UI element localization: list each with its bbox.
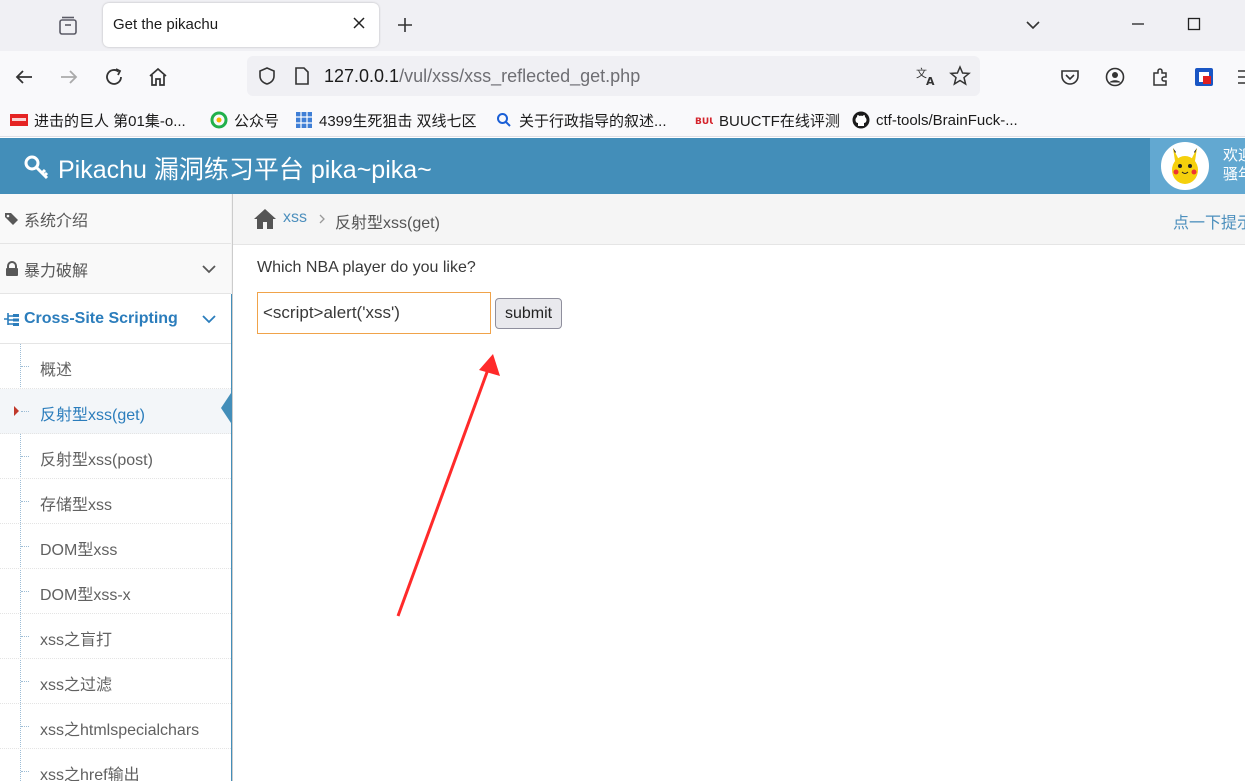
svg-text:BUU: BUU — [695, 117, 713, 127]
sidebar-item-label: Cross-Site Scripting — [24, 309, 178, 327]
bookmark-item[interactable]: 4399生死狙击 双线七区 — [295, 109, 477, 131]
bookmark-label: 进击的巨人 第01集-o... — [34, 112, 186, 130]
user-area[interactable]: 欢迎 骚年 — [1150, 138, 1245, 194]
active-pointer-icon — [221, 390, 232, 426]
xss-submenu: 概述 反射型xss(get) 反射型xss(post) 存储型xss DOM型x… — [0, 344, 231, 781]
page-icon[interactable] — [293, 66, 311, 86]
chevron-down-icon[interactable] — [1024, 16, 1042, 34]
key-icon — [24, 155, 49, 180]
minimize-icon[interactable] — [1130, 16, 1146, 32]
user-greeting: 欢迎 骚年 — [1223, 146, 1245, 184]
sidebar: 系统介绍 暴力破解 Cross-Site Scripting 概述 反射型xss… — [0, 194, 233, 781]
bookmark-item[interactable]: ctf-tools/BrainFuck-... — [852, 109, 1018, 131]
breadcrumb-current: 反射型xss(get) — [335, 215, 440, 232]
close-icon[interactable] — [351, 15, 367, 31]
bookmark-item[interactable]: 进击的巨人 第01集-o... — [10, 109, 186, 131]
bookmarks-bar: 进击的巨人 第01集-o... 公众号 4399生死狙击 双线七区 关于行政指导… — [0, 103, 1245, 137]
chevron-down-icon — [202, 265, 216, 274]
bookmark-label: BUUCTF在线评测 — [719, 112, 840, 130]
url-host: 127.0.0.1 — [324, 66, 400, 86]
avatar — [1161, 142, 1209, 190]
sidebar-item-intro[interactable]: 系统介绍 — [0, 194, 231, 244]
bookmark-item[interactable]: BUU BUUCTF在线评测 — [695, 109, 840, 131]
shield-icon[interactable] — [257, 66, 277, 86]
sidebar-active-border — [231, 294, 232, 781]
form-question: Which NBA player do you like? — [257, 259, 476, 276]
site-title[interactable]: Pikachu 漏洞练习平台 pika~pika~ — [24, 150, 432, 186]
extension-badge-icon[interactable] — [1193, 66, 1215, 88]
tags-icon — [5, 212, 18, 225]
url-text[interactable]: 127.0.0.1/vul/xss/xss_reflected_get.php — [324, 66, 640, 87]
forward-arrow-icon[interactable] — [57, 65, 81, 89]
user-greeting-line1: 欢迎 — [1223, 147, 1245, 164]
active-tab[interactable]: Get the pikachu — [103, 3, 379, 47]
bookmark-label: 公众号 — [234, 112, 280, 130]
site-header: Pikachu 漏洞练习平台 pika~pika~ 欢迎 骚年 — [0, 138, 1245, 194]
sidebar-item-bruteforce[interactable]: 暴力破解 — [0, 244, 231, 294]
wechat-icon — [210, 111, 228, 129]
submenu-item[interactable]: xss之盲打 — [0, 614, 231, 659]
submenu-item[interactable]: xss之htmlspecialchars — [0, 704, 231, 749]
submenu-item[interactable]: DOM型xss-x — [0, 569, 231, 614]
pocket-icon[interactable] — [1059, 66, 1081, 88]
breadcrumb-link[interactable]: xss — [283, 209, 307, 227]
bookmark-item[interactable]: 公众号 — [210, 109, 279, 131]
bookmark-label: ctf-tools/BrainFuck-... — [876, 111, 1018, 129]
github-icon — [852, 111, 870, 129]
url-path: /vul/xss/xss_reflected_get.php — [399, 66, 641, 86]
sidebar-item-label: 暴力破解 — [24, 262, 89, 280]
grid-icon — [296, 112, 312, 128]
tab-overview-icon[interactable] — [56, 14, 80, 38]
star-icon[interactable] — [949, 65, 971, 87]
reload-icon[interactable] — [102, 65, 126, 89]
red-film-icon — [10, 114, 28, 126]
chevron-down-icon — [202, 315, 216, 324]
chevron-right-icon — [319, 214, 325, 224]
lock-icon — [6, 260, 18, 276]
svg-text:A: A — [926, 75, 935, 87]
bookmark-item[interactable]: 关于行政指导的叙述... — [495, 109, 667, 131]
pikachu-icon — [1172, 148, 1198, 184]
submenu-item[interactable]: xss之href输出 — [0, 749, 231, 781]
submit-button[interactable]: submit — [495, 298, 562, 329]
user-greeting-line2: 骚年 — [1223, 166, 1245, 183]
breadcrumb: xss 反射型xss(get) 点一下提示 — [233, 194, 1245, 245]
annotation-arrow — [396, 354, 500, 617]
caret-right-icon — [14, 406, 19, 416]
hint-link[interactable]: 点一下提示 — [1173, 209, 1245, 233]
buuctf-icon: BUU — [695, 117, 713, 127]
plus-icon[interactable] — [395, 15, 415, 35]
submenu-item[interactable]: 概述 — [0, 344, 231, 389]
extensions-icon[interactable] — [1149, 66, 1171, 88]
submenu-item[interactable]: xss之过滤 — [0, 659, 231, 704]
submenu-item[interactable]: 反射型xss(post) — [0, 434, 231, 479]
player-input[interactable] — [257, 292, 491, 334]
address-bar[interactable]: 127.0.0.1/vul/xss/xss_reflected_get.php … — [247, 56, 980, 96]
tab-title: Get the pikachu — [113, 16, 219, 33]
site-title-text: Pikachu 漏洞练习平台 pika~pika~ — [58, 156, 432, 184]
browser-tab-bar: Get the pikachu — [0, 0, 1245, 51]
maximize-icon[interactable] — [1186, 16, 1202, 32]
back-arrow-icon[interactable] — [12, 65, 36, 89]
sitemap-icon — [4, 312, 19, 326]
home-icon[interactable] — [253, 208, 277, 230]
submenu-item-active[interactable]: 反射型xss(get) — [0, 389, 231, 434]
bookmark-label: 4399生死狙击 双线七区 — [319, 112, 477, 130]
submenu-item[interactable]: 存储型xss — [0, 479, 231, 524]
home-icon[interactable] — [146, 65, 170, 89]
search-icon — [497, 113, 511, 127]
menu-icon[interactable] — [1236, 66, 1245, 88]
submenu-item[interactable]: DOM型xss — [0, 524, 231, 569]
sidebar-item-label: 系统介绍 — [24, 212, 89, 230]
browser-nav-bar: 127.0.0.1/vul/xss/xss_reflected_get.php … — [0, 51, 1245, 103]
bookmark-label: 关于行政指导的叙述... — [519, 112, 667, 130]
account-icon[interactable] — [1104, 66, 1126, 88]
sidebar-item-xss[interactable]: Cross-Site Scripting — [0, 294, 231, 344]
translate-icon[interactable]: 文 A — [915, 65, 937, 87]
